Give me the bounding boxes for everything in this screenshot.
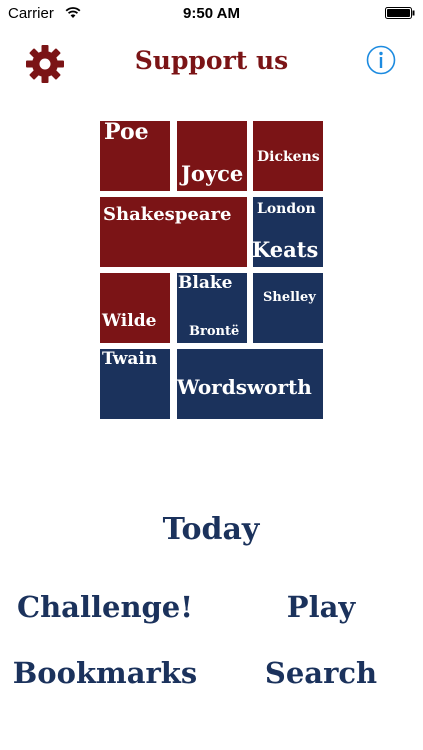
word-blake: Blake bbox=[178, 273, 233, 293]
battery-icon bbox=[385, 7, 415, 19]
word-wordsworth: Wordsworth bbox=[177, 375, 312, 399]
word-dickens: Dickens bbox=[257, 149, 320, 165]
word-wilde: Wilde bbox=[102, 311, 157, 331]
tile-wordsworth: Wordsworth bbox=[177, 349, 323, 419]
search-button[interactable]: Search bbox=[241, 656, 401, 690]
bookmarks-button[interactable]: Bookmarks bbox=[5, 656, 205, 690]
tile-twain: Twain bbox=[100, 349, 170, 419]
play-button[interactable]: Play bbox=[241, 590, 401, 624]
word-london: London bbox=[257, 201, 316, 217]
tile-dickens: Dickens bbox=[253, 121, 323, 191]
tile-wilde: Wilde bbox=[100, 273, 170, 343]
word-joyce: Joyce bbox=[181, 161, 244, 186]
status-bar: Carrier 9:50 AM bbox=[0, 0, 423, 28]
tile-shakespeare: Shakespeare bbox=[100, 197, 247, 267]
tile-shelley: Shelley bbox=[253, 273, 323, 343]
info-icon[interactable] bbox=[366, 45, 396, 75]
tile-blake-bronte: Blake Brontë bbox=[177, 273, 247, 343]
word-bronte: Brontë bbox=[189, 324, 240, 339]
word-twain: Twain bbox=[102, 349, 158, 369]
today-button[interactable]: Today bbox=[111, 512, 311, 547]
status-time: 9:50 AM bbox=[183, 5, 240, 22]
tile-joyce: Joyce bbox=[177, 121, 247, 191]
word-shelley: Shelley bbox=[263, 290, 316, 305]
author-word-grid-logo: Poe Joyce Dickens Shakespeare London Kea… bbox=[100, 121, 323, 419]
support-us-title[interactable]: Support us bbox=[0, 46, 423, 75]
word-keats: Keats bbox=[253, 237, 319, 262]
tile-poe: Poe bbox=[100, 121, 170, 191]
word-poe: Poe bbox=[104, 121, 149, 145]
challenge-button[interactable]: Challenge! bbox=[5, 590, 205, 624]
word-shakespeare: Shakespeare bbox=[103, 204, 232, 225]
tile-london-keats: London Keats bbox=[253, 197, 323, 267]
